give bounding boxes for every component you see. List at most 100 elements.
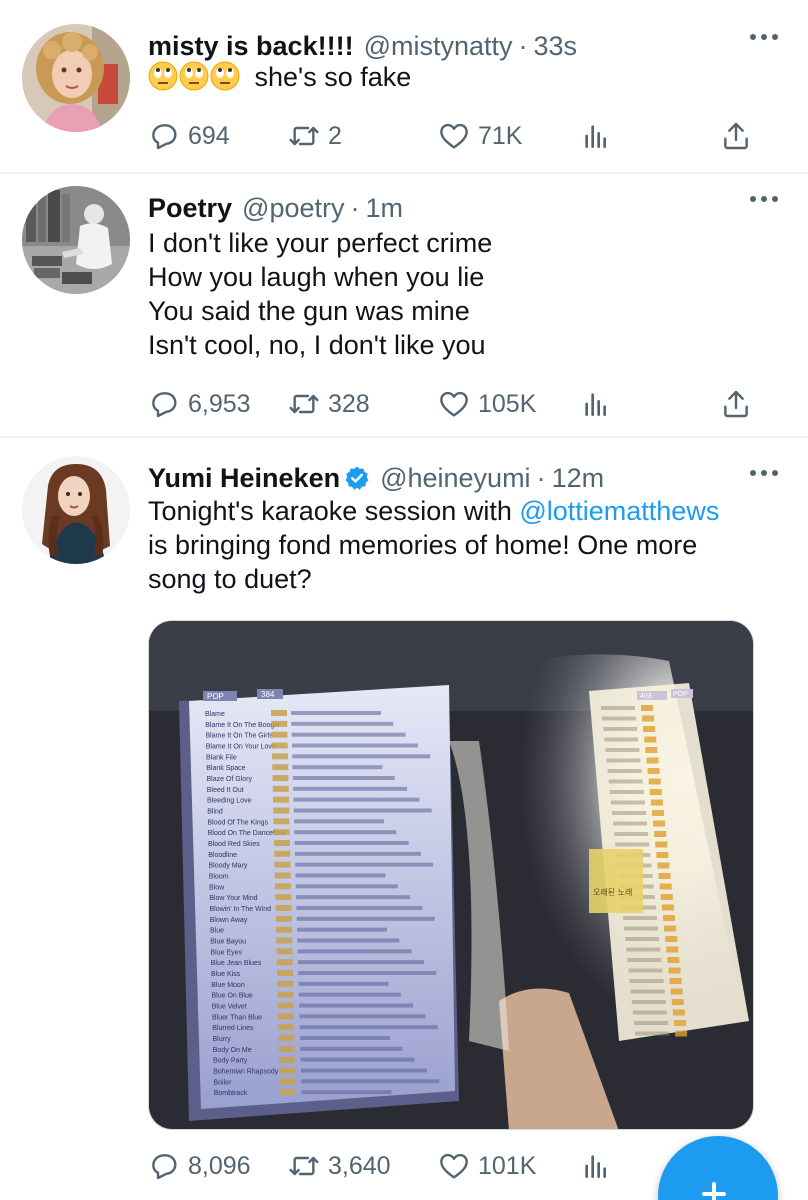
song-number-cell [275, 883, 291, 890]
song-title: Blood Red Skies [208, 841, 260, 848]
song-title: Blue Kiss [211, 971, 241, 978]
tweet-photo[interactable]: Blame Blame It On The Boogie Blame It On T… [148, 620, 754, 1130]
song-row-text [299, 1014, 426, 1019]
song-number-cell [276, 959, 293, 966]
song-number-cell [675, 1030, 688, 1037]
song-number-cell [278, 1045, 295, 1052]
song-row-text [294, 819, 384, 824]
tweet[interactable]: Yumi Heineken @heineyumi · 12m Tonight's… [0, 0, 808, 1200]
heart-icon [440, 1153, 468, 1179]
song-row-text [296, 906, 423, 910]
song-row-text [295, 862, 434, 867]
song-title: Body On Me [213, 1047, 252, 1054]
song-title: Blue Eyes [211, 949, 243, 956]
song-row-text [291, 732, 406, 737]
song-row-text [609, 790, 644, 794]
song-number-cell [664, 925, 677, 932]
song-row-text [629, 979, 664, 983]
song-number-cell [271, 710, 287, 716]
song-row-text [631, 1000, 666, 1004]
song-number-cell [672, 1009, 685, 1016]
more-icon[interactable] [750, 466, 778, 480]
reply-button[interactable]: 8,096 [148, 1146, 251, 1186]
song-row-text [296, 895, 411, 900]
song-row-text [628, 968, 663, 973]
song-title: Bohemian Rhapsody [213, 1069, 278, 1076]
song-row-text [291, 743, 418, 748]
plus-icon [712, 1182, 716, 1200]
song-number-cell [666, 946, 679, 953]
song-number-cell [648, 778, 661, 785]
page-header-label: 403 [640, 693, 652, 700]
like-count: 101K [478, 1151, 537, 1180]
analytics-icon [585, 1155, 606, 1178]
song-number-cell [279, 1067, 296, 1074]
tweet-text-content: Tonight's karaoke session with [148, 496, 520, 526]
song-number-cell [668, 967, 681, 974]
song-title: Blow Your Mind [209, 895, 257, 902]
song-number-cell [659, 883, 672, 890]
song-number-cell [660, 894, 673, 900]
retweet-button[interactable]: 3,640 [288, 1146, 391, 1186]
song-row-text [300, 1036, 390, 1040]
verified-badge-icon [345, 466, 369, 490]
display-name[interactable]: Yumi Heineken [148, 458, 340, 498]
page-header-label: POP [207, 692, 224, 701]
song-row-text [299, 1003, 414, 1008]
song-row-text [299, 1025, 438, 1030]
song-title: Blue Jean Blues [211, 960, 262, 967]
reply-count: 8,096 [188, 1151, 251, 1180]
song-number-cell [663, 915, 675, 921]
song-title: Blue Moon [211, 982, 245, 989]
song-number-cell [275, 905, 292, 911]
song-number-cell [647, 768, 660, 774]
reply-icon [152, 1154, 177, 1180]
song-row-text [610, 800, 645, 805]
song-row-text [613, 821, 648, 826]
song-number-cell [273, 818, 290, 825]
song-title: Blue Bayou [210, 939, 246, 946]
song-number-cell [272, 785, 289, 792]
song-row-text [608, 779, 643, 784]
song-title: Bombtrack [214, 1090, 248, 1097]
song-row-text [300, 1068, 427, 1073]
song-number-cell [667, 957, 680, 963]
tweet-text: Tonight's karaoke session with @lottiema… [148, 494, 788, 596]
song-title: Blame [205, 711, 225, 718]
tweet-text-content: is bringing fond memories of home! One m… [148, 530, 698, 560]
song-row-text [300, 1057, 415, 1062]
song-title: Blood Of The Kings [208, 819, 269, 826]
song-number-cell [274, 850, 291, 857]
song-title: Blame It On The Boogie [205, 722, 280, 729]
song-row-text [291, 721, 394, 726]
song-number-cell [272, 775, 289, 781]
song-number-cell [274, 872, 291, 879]
like-button[interactable]: 101K [438, 1146, 536, 1186]
song-number-cell [275, 915, 292, 922]
page-header-label: POP [673, 691, 688, 698]
song-number-cell [276, 948, 293, 955]
song-number-cell [654, 831, 667, 837]
song-number-cell [275, 894, 292, 901]
tweet-header: Yumi Heineken @heineyumi · 12m [148, 458, 604, 498]
avatar[interactable] [22, 456, 130, 564]
song-number-cell [273, 796, 289, 803]
song-row-text [604, 737, 639, 742]
song-row-text [292, 765, 383, 770]
song-row-text [607, 769, 642, 773]
song-title: Body Party [213, 1058, 248, 1065]
song-row-text [295, 884, 398, 889]
sticky-note-text: 오래된 노래 [593, 887, 632, 897]
song-number-cell [274, 861, 291, 868]
timestamp[interactable]: 12m [552, 458, 605, 498]
song-row-text [605, 748, 640, 752]
tweet-text-content: song to duet? [148, 564, 312, 594]
mention-link[interactable]: @lottiematthews [519, 496, 719, 526]
song-number-cell [653, 820, 666, 827]
analytics-button[interactable] [580, 1146, 612, 1186]
song-number-cell [657, 862, 670, 869]
user-handle[interactable]: @heineyumi [380, 458, 530, 498]
song-title: Blank Space [206, 765, 245, 772]
song-title: Blow [209, 884, 225, 891]
song-row-text [614, 832, 649, 836]
